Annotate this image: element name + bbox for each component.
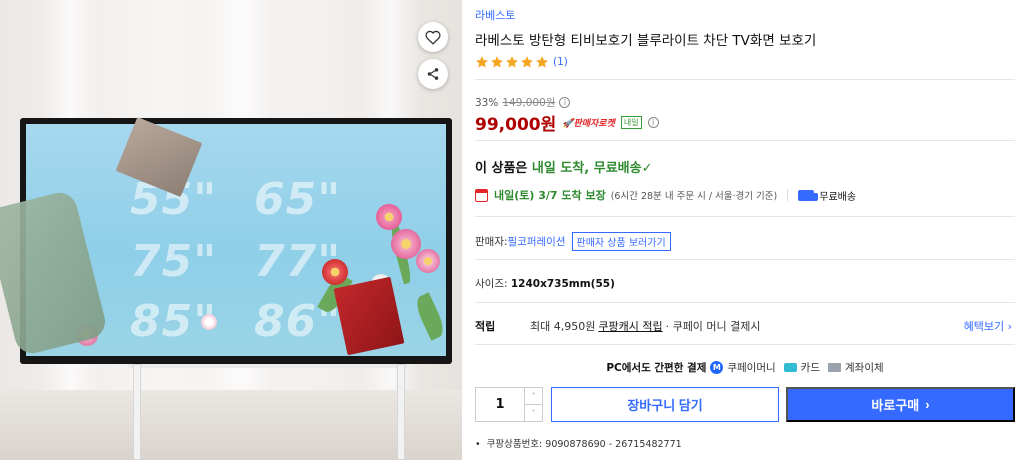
free-shipping-label: 무료배송 <box>819 191 857 203</box>
review-count-link[interactable]: (1) <box>553 56 568 68</box>
seller-label: 판매자: <box>475 236 508 248</box>
quantity-buttons: ˄ ˅ <box>524 388 542 421</box>
product-title: 라베스토 방탄형 티비보호기 블루라이트 차단 TV화면 보호기 <box>475 33 817 49</box>
divider <box>475 344 1015 345</box>
coupay-money-icon: M <box>710 361 724 374</box>
star-icon <box>536 56 548 68</box>
calendar-icon <box>475 188 488 202</box>
sale-price: 99,000원 <box>475 115 557 135</box>
info-icon[interactable]: i <box>647 117 659 128</box>
tomorrow-badge: 내일 <box>620 116 642 129</box>
star-icon <box>506 56 518 68</box>
card-label: 카드 <box>800 362 820 374</box>
flower-decoration <box>376 204 402 230</box>
points-label: 적립 <box>475 320 496 333</box>
delivery-headline-highlight: 내일 도착, 무료배송 <box>531 161 642 176</box>
card-icon <box>783 363 797 372</box>
share-icon <box>427 68 439 80</box>
payment-headline: PC에서도 간편한 결제 <box>606 362 707 374</box>
star-icon <box>476 56 488 68</box>
delivery-condition: (6시간 28분 내 주문 시 / 서울·경기 기준) <box>610 191 778 202</box>
seller-info: 판매자: 필코퍼레이션 판매자 상품 보러가기 <box>475 232 671 251</box>
buy-now-label: 바로구매 <box>871 398 920 413</box>
delivery-headline-prefix: 이 상품은 <box>475 161 532 176</box>
wish-button[interactable] <box>418 22 448 52</box>
share-button[interactable] <box>418 59 448 89</box>
info-icon[interactable]: i <box>559 97 571 108</box>
quantity-stepper: ˄ ˅ <box>475 387 543 422</box>
add-to-cart-button[interactable]: 장바구니 담기 <box>551 387 779 422</box>
seller-rocket-badge: 🚀판매자로켓 <box>562 119 615 129</box>
delivery-detail: 내일(토) 3/7 도착 보장 (6시간 28분 내 주문 시 / 서울·경기 … <box>475 187 856 203</box>
tv-stand-pole <box>397 364 405 460</box>
coupang-cash-link[interactable]: 쿠팡캐시 적립 <box>598 318 662 334</box>
size-value: 1240x735mm(55) <box>510 278 615 290</box>
points-info: 적립 최대 4,950원 쿠팡캐시 적립 · 쿠페이 머니 결제시 혜택보기 › <box>475 318 1015 334</box>
divider <box>475 302 1015 303</box>
size-label: 사이즈: <box>475 278 511 290</box>
divider <box>475 140 1015 141</box>
bank-transfer-label: 계좌이체 <box>845 362 884 374</box>
delivery-headline: 이 상품은 내일 도착, 무료배송✓ <box>475 157 652 176</box>
tv-stand-pole <box>133 364 141 460</box>
flower-decoration <box>201 314 217 330</box>
quantity-decrease-button[interactable]: ˅ <box>525 404 542 421</box>
divider <box>475 79 1015 80</box>
flower-decoration <box>416 249 440 273</box>
benefit-link[interactable]: 혜택보기 › <box>964 318 1012 334</box>
seller-products-button[interactable]: 판매자 상품 보러가기 <box>571 232 671 251</box>
size-label: 75" <box>130 236 218 287</box>
brand-link[interactable]: 라베스토 <box>475 7 515 23</box>
flower-decoration <box>322 259 348 285</box>
size-label: 65" <box>254 174 342 225</box>
quantity-increase-button[interactable]: ˄ <box>525 388 542 404</box>
size-option: 사이즈: 1240x735mm(55) <box>475 276 615 291</box>
buy-now-button[interactable]: 바로구매 › <box>786 387 1015 422</box>
chevron-right-icon: › <box>925 397 930 412</box>
divider <box>787 189 789 201</box>
star-icon <box>491 56 503 68</box>
product-number: 쿠팡상품번호: 9090878690 - 26715482771 <box>475 436 682 450</box>
rating-stars[interactable]: (1) <box>475 55 568 69</box>
product-info-panel: 라베스토 라베스토 방탄형 티비보호기 블루라이트 차단 TV화면 보호기 (1… <box>475 0 1015 460</box>
truck-icon <box>798 189 819 201</box>
check-icon: ✓ <box>641 161 653 176</box>
heart-icon <box>425 30 441 45</box>
leaf-decoration <box>412 292 446 341</box>
discount-rate: 33% <box>475 96 499 109</box>
delivery-date: 내일(토) 3/7 도착 보장 <box>494 189 606 202</box>
original-price: 149,000원 <box>502 97 556 109</box>
payment-methods: PC에서도 간편한 결제 M 쿠페이머니 카드 계좌이체 <box>475 360 1015 375</box>
quantity-input[interactable] <box>476 388 524 421</box>
price-row: 99,000원 🚀판매자로켓 내일 i <box>475 110 659 135</box>
points-condition: · 쿠페이 머니 결제시 <box>665 320 761 333</box>
star-icon <box>521 56 533 68</box>
discount-info: 33% 149,000원 i <box>475 95 571 110</box>
floor-decoration <box>0 390 462 460</box>
points-text: 최대 4,950원 <box>530 320 596 333</box>
product-main-image[interactable]: 55" 65" 75" 77" 85" 86" <box>0 0 462 460</box>
bank-transfer-icon <box>828 363 841 372</box>
divider <box>475 259 1015 260</box>
rocket-badge-label: 판매자로켓 <box>573 119 615 129</box>
divider <box>475 216 1015 217</box>
coupay-money-label: 쿠페이머니 <box>727 362 776 374</box>
product-page: 55" 65" 75" 77" 85" 86" 라베스토 라베스토 방탄형 티비… <box>0 0 1024 460</box>
seller-name-link[interactable]: 필코퍼레이션 <box>508 234 566 249</box>
